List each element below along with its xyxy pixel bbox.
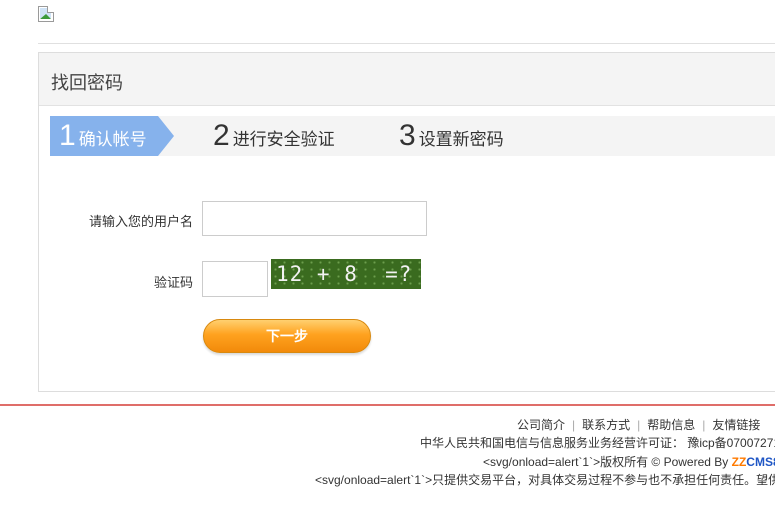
step-1-number: 1 <box>59 119 76 152</box>
brand-cms[interactable]: CMS8 <box>746 455 775 469</box>
footer-divider <box>0 404 775 406</box>
footer-disclaimer: <svg/onload=alert`1`>只提供交易平台，对具体交易过程不参与也… <box>315 473 775 487</box>
page-title: 找回密码 <box>51 73 123 93</box>
step-3-label: 设置新密码 <box>418 130 504 149</box>
footer-link-friends[interactable]: 友情链接 <box>712 418 760 432</box>
footer-links: 公司简介 | 联系方式 | 帮助信息 | 友情链接 <box>517 418 761 432</box>
brand-zz[interactable]: ZZ <box>732 455 747 469</box>
footer-license: 中华人民共和国电信与信息服务业务经营许可证： 豫icp备07007271 <box>420 436 775 450</box>
next-step-button[interactable]: 下一步 <box>203 319 371 353</box>
footer-link-help[interactable]: 帮助信息 <box>647 418 695 432</box>
step-1: 1 确认帐号 <box>59 116 147 156</box>
captcha-text: 12 + 8 =? <box>276 262 413 286</box>
captcha-label: 验证码 <box>153 275 193 290</box>
username-label: 请输入您的用户名 <box>88 214 193 229</box>
captcha-image[interactable]: 12 + 8 =? <box>271 259 421 289</box>
footer-link-about[interactable]: 公司简介 <box>517 418 565 432</box>
recover-password-panel: 找回密码 1 确认帐号 2 进行安全验证 3 设置新密码 请输入您的用户名 验证码 1… <box>38 52 775 392</box>
footer-copyright: <svg/onload=alert`1`>版权所有 © Powered By Z… <box>483 453 775 470</box>
step-2-number: 2 <box>213 119 230 152</box>
step-arrow-icon <box>158 116 174 156</box>
step-indicator: 1 确认帐号 2 进行安全验证 3 设置新密码 <box>50 116 775 156</box>
footer-copyright-text: <svg/onload=alert`1`>版权所有 © Powered By <box>483 455 732 469</box>
panel-header <box>39 53 775 106</box>
captcha-input[interactable] <box>202 261 268 297</box>
step-2: 2 进行安全验证 <box>213 116 335 156</box>
step-1-label: 确认帐号 <box>78 130 147 149</box>
step-2-label: 进行安全验证 <box>232 130 335 149</box>
username-input[interactable] <box>202 201 427 236</box>
step-3-number: 3 <box>399 119 416 152</box>
broken-logo-image <box>38 6 54 22</box>
header-divider <box>38 43 775 44</box>
step-3: 3 设置新密码 <box>399 116 504 156</box>
footer-link-contact[interactable]: 联系方式 <box>582 418 630 432</box>
